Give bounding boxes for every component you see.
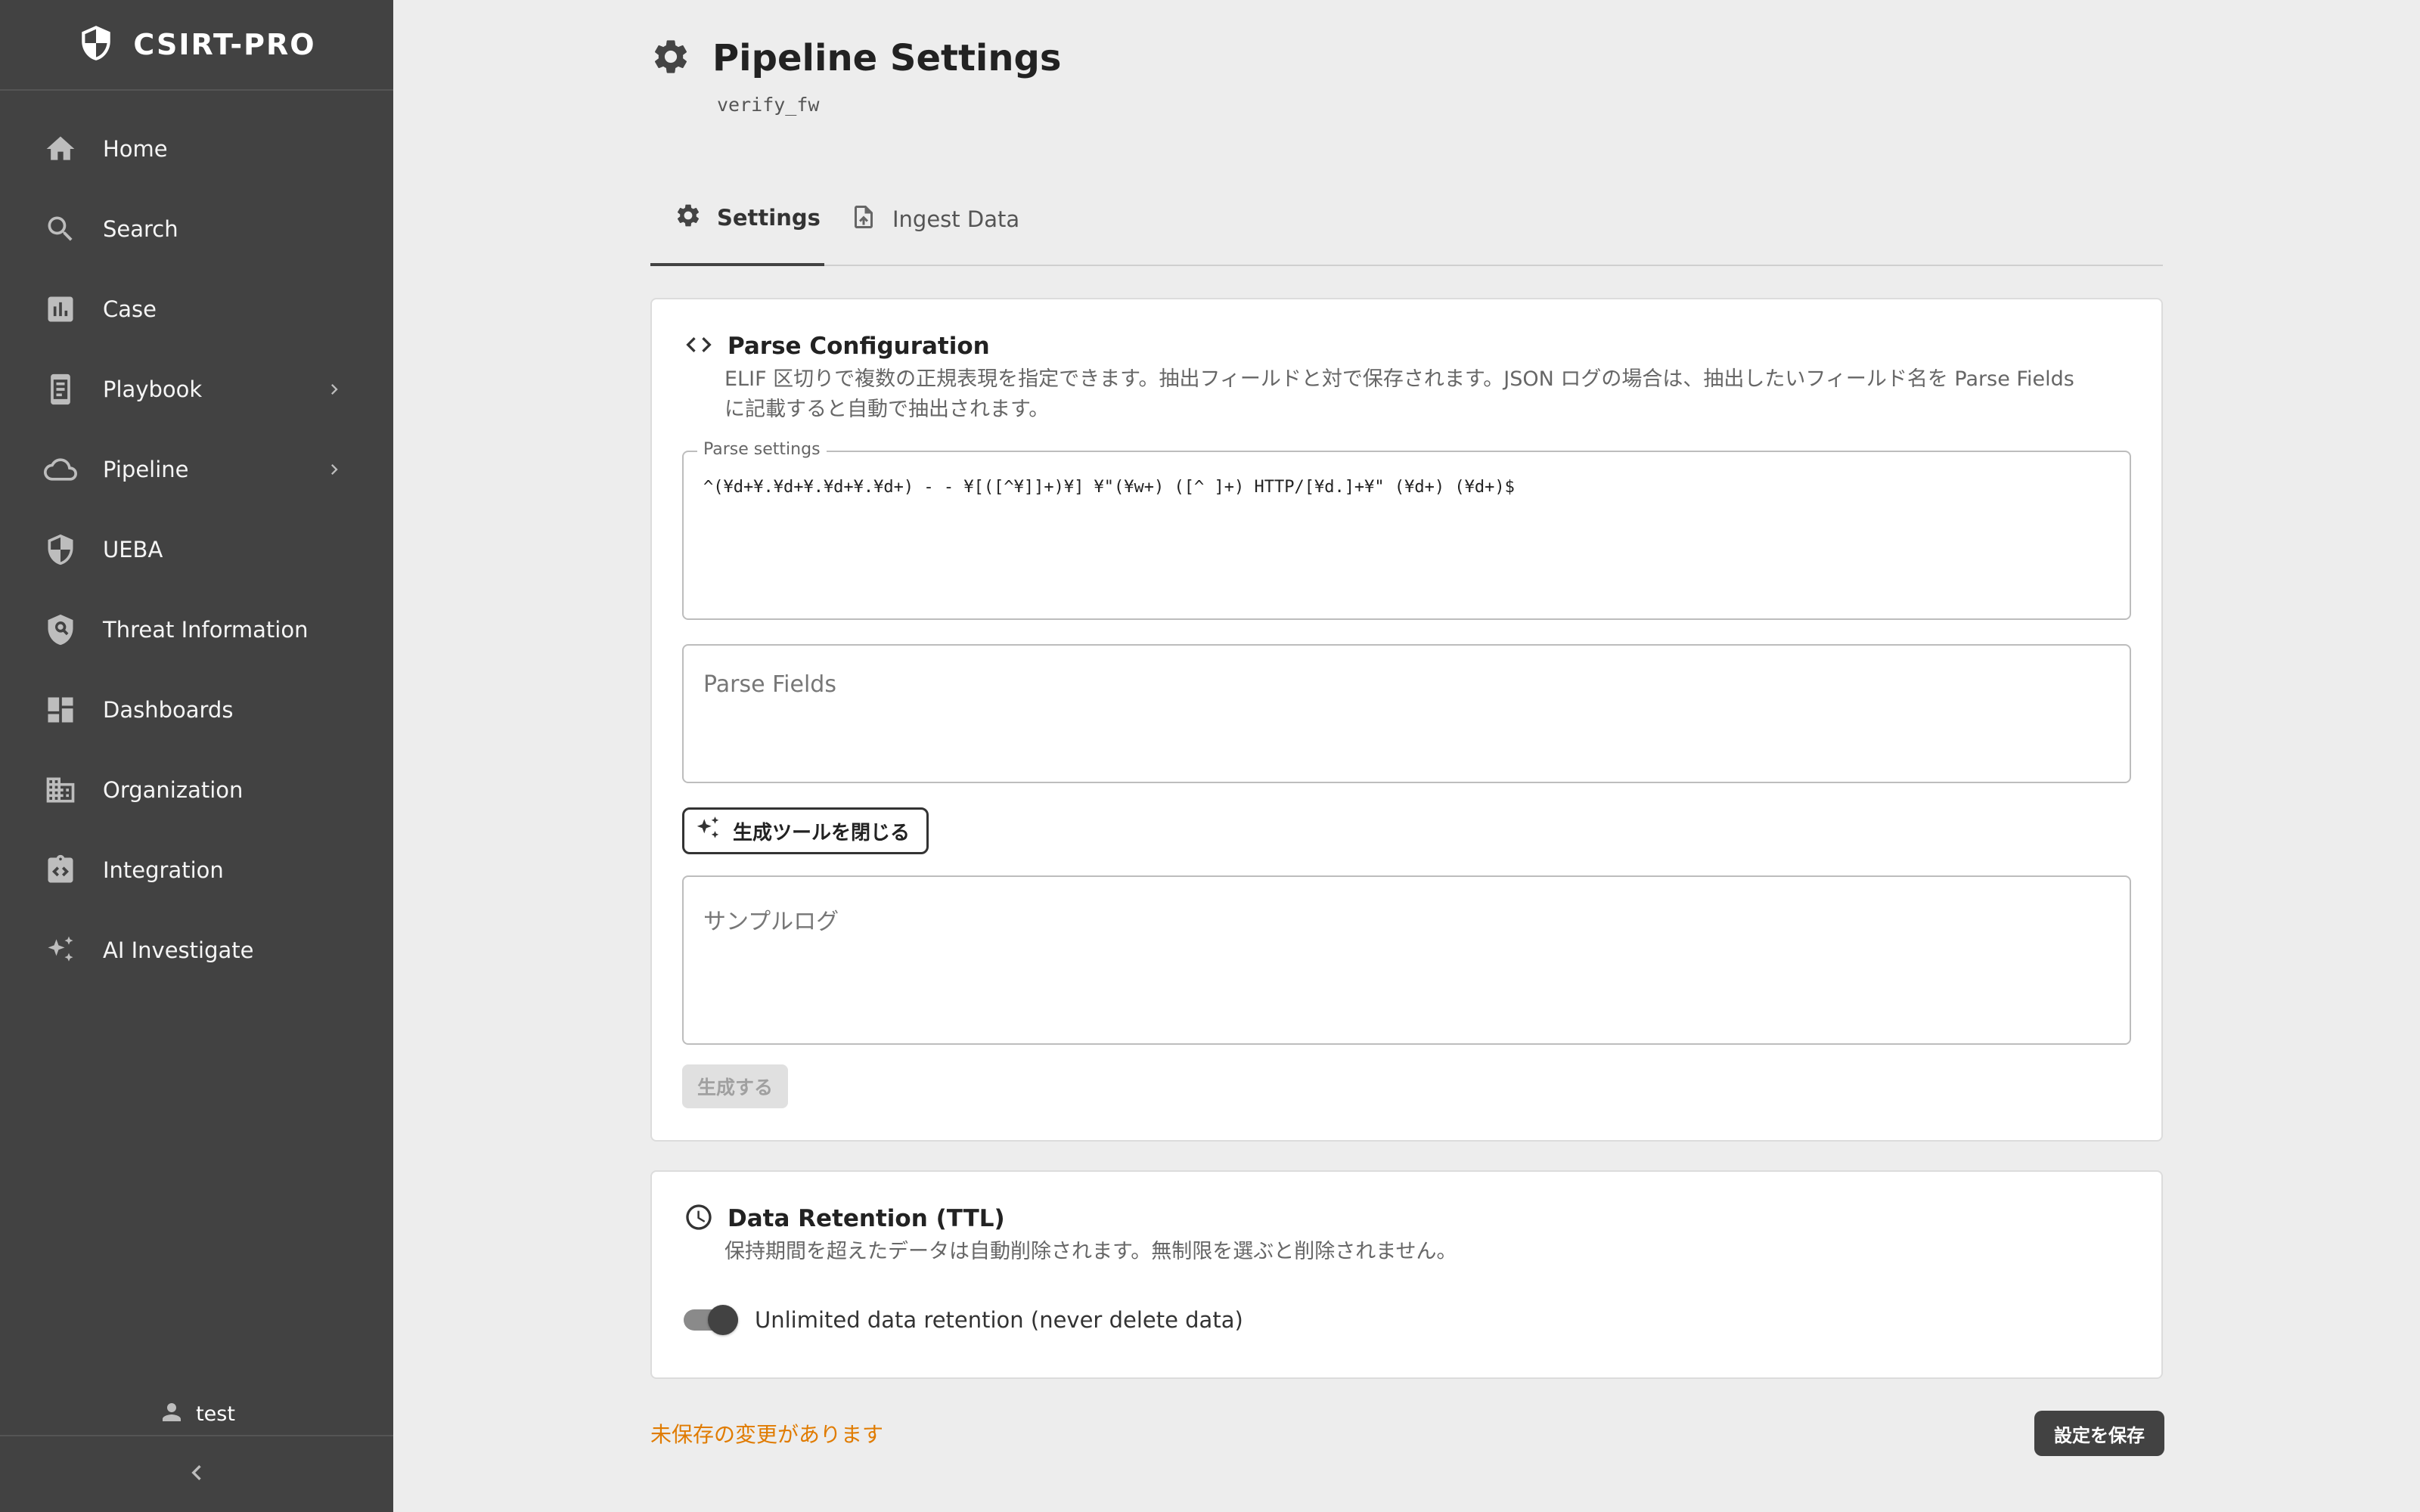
section-title: Parse Configuration	[728, 333, 990, 360]
tab-label: Ingest Data	[892, 206, 1020, 232]
pipeline-id: verify_fw	[717, 94, 820, 116]
brand[interactable]: CSIRT-PRO	[0, 0, 393, 91]
clock-icon	[684, 1202, 714, 1235]
generate-button[interactable]: 生成する	[682, 1064, 789, 1108]
section-title: Data Retention (TTL)	[728, 1205, 1005, 1232]
unsaved-changes-notice: 未保存の変更があります	[650, 1422, 884, 1447]
sidebar-item-label: Integration	[103, 857, 224, 883]
main-content: Pipeline Settings verify_fw Settings Ing…	[650, 0, 2164, 1512]
sparkle-icon	[42, 932, 79, 968]
person-icon	[158, 1399, 185, 1429]
sidebar-item-label: AI Investigate	[103, 937, 254, 963]
dashboard-icon	[42, 692, 79, 728]
save-settings-button[interactable]: 設定を保存	[2034, 1411, 2164, 1456]
shield-icon	[42, 531, 79, 568]
sidebar-item-ai-investigate[interactable]: AI Investigate	[0, 910, 393, 990]
chevron-right-icon	[324, 459, 345, 480]
sidebar-item-ueba[interactable]: UEBA	[0, 510, 393, 590]
code-icon	[684, 330, 714, 363]
field-label: Parse settings	[697, 440, 827, 459]
chevron-right-icon	[324, 379, 345, 400]
section-header: Parse Configuration	[684, 330, 990, 363]
sidebar-item-home[interactable]: Home	[0, 109, 393, 189]
gear-icon	[675, 202, 702, 234]
sidebar-item-integration[interactable]: Integration	[0, 830, 393, 910]
shield-search-icon	[42, 612, 79, 648]
unlimited-retention-toggle[interactable]	[684, 1305, 741, 1335]
brand-name: CSIRT-PRO	[133, 28, 316, 61]
field-placeholder: サンプルログ	[703, 909, 839, 935]
chevron-left-icon	[182, 1458, 212, 1491]
sample-log-input[interactable]: サンプルログ	[682, 875, 2131, 1045]
page-header: Pipeline Settings	[650, 36, 1061, 80]
parse-settings-value: ^(¥d+¥.¥d+¥.¥d+¥.¥d+) - - ¥[([^¥]]+)¥] ¥…	[703, 478, 1515, 497]
shield-logo-icon	[77, 22, 115, 67]
parse-fields-input[interactable]: Parse Fields	[682, 644, 2131, 783]
sidebar-item-label: Home	[103, 136, 168, 162]
sidebar-item-threat-information[interactable]: Threat Information	[0, 590, 393, 670]
sidebar-item-dashboards[interactable]: Dashboards	[0, 670, 393, 750]
user-name: test	[196, 1402, 235, 1426]
sidebar-item-label: Threat Information	[103, 617, 309, 643]
bar-chart-icon	[42, 291, 79, 327]
sidebar-item-organization[interactable]: Organization	[0, 750, 393, 830]
sidebar-item-playbook[interactable]: Playbook	[0, 349, 393, 429]
field-placeholder: Parse Fields	[703, 671, 836, 698]
sidebar-item-label: Pipeline	[103, 457, 189, 482]
tab-settings[interactable]: Settings	[650, 172, 824, 266]
sidebar: CSIRT-PRO Home Search Case Playbook Pipe…	[0, 0, 393, 1512]
sidebar-item-label: UEBA	[103, 537, 163, 562]
search-icon	[42, 211, 79, 247]
building-icon	[42, 772, 79, 808]
tab-label: Settings	[717, 205, 821, 231]
integration-icon	[42, 852, 79, 888]
parse-configuration-card: Parse Configuration ELIF 区切りで複数の正規表現を指定で…	[650, 298, 2163, 1142]
tab-bar: Settings Ingest Data	[650, 172, 2163, 266]
sidebar-item-label: Case	[103, 296, 157, 322]
playbook-icon	[42, 371, 79, 407]
sidebar-item-label: Search	[103, 216, 178, 242]
gear-icon	[650, 36, 691, 80]
tab-ingest-data[interactable]: Ingest Data	[850, 172, 1019, 266]
section-description: ELIF 区切りで複数の正規表現を指定できます。抽出フィールドと対で保存されます…	[724, 367, 2074, 421]
sidebar-item-label: Organization	[103, 777, 244, 803]
file-upload-icon	[850, 203, 877, 236]
parse-settings-field[interactable]: Parse settings ^(¥d+¥.¥d+¥.¥d+¥.¥d+) - -…	[682, 440, 2131, 620]
section-description: 保持期間を超えたデータは自動削除されます。無制限を選ぶと削除されません。	[724, 1240, 1457, 1263]
section-header: Data Retention (TTL)	[684, 1202, 1005, 1235]
sidebar-item-search[interactable]: Search	[0, 189, 393, 269]
sidebar-item-label: Playbook	[103, 376, 203, 402]
button-label: 生成ツールを閉じる	[733, 821, 911, 844]
collapse-sidebar-button[interactable]	[0, 1435, 393, 1512]
sidebar-item-pipeline[interactable]: Pipeline	[0, 429, 393, 510]
sidebar-item-label: Dashboards	[103, 697, 234, 723]
close-generator-button[interactable]: 生成ツールを閉じる	[682, 807, 929, 854]
cloud-icon	[42, 451, 79, 488]
user-account[interactable]: test	[0, 1391, 393, 1436]
page-title: Pipeline Settings	[712, 37, 1062, 79]
data-retention-card: Data Retention (TTL) 保持期間を超えたデータは自動削除されま…	[650, 1170, 2163, 1379]
sparkle-icon	[693, 814, 722, 848]
home-icon	[42, 131, 79, 167]
sidebar-nav: Home Search Case Playbook Pipeline UEBA …	[0, 91, 393, 990]
toggle-knob	[708, 1305, 738, 1335]
sidebar-item-case[interactable]: Case	[0, 269, 393, 349]
toggle-label: Unlimited data retention (never delete d…	[755, 1307, 1243, 1333]
